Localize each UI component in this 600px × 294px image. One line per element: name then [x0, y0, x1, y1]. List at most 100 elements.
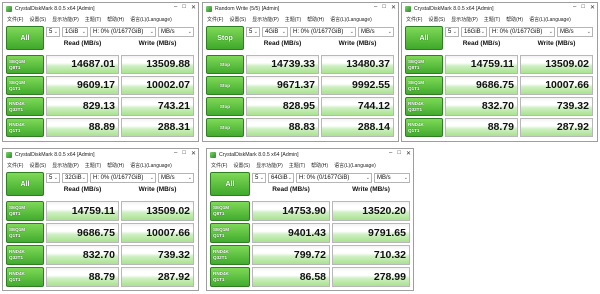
menu-item[interactable]: 文件(F) — [207, 16, 223, 23]
test-button[interactable]: SEQ1M Q1T1 — [210, 223, 250, 243]
menu-item[interactable]: 主题(T) — [285, 16, 301, 23]
menu-item[interactable]: 帮助(H) — [107, 16, 124, 23]
menu-item[interactable]: 显示功能(P) — [256, 162, 283, 169]
test-button[interactable]: SEQ1M Q1T1 — [6, 223, 44, 243]
test-button[interactable]: SEQ1M Q1T1 — [405, 76, 443, 95]
close-icon[interactable]: ✕ — [406, 150, 411, 157]
test-button[interactable]: Stop — [206, 118, 244, 137]
drive-select[interactable]: H: 0% (0/1677GiB) ⌄ — [90, 173, 156, 183]
menu-item[interactable]: 文件(F) — [211, 162, 227, 169]
drive-value: H: 0% (0/1677GiB) — [293, 29, 344, 35]
test-button[interactable]: SEQ1M Q8T1 — [6, 55, 44, 74]
minimize-icon[interactable]: – — [389, 150, 392, 157]
test-button[interactable]: Stop — [206, 55, 244, 74]
test-button[interactable]: RND4K Q1T1 — [405, 118, 443, 137]
menu-item[interactable]: 显示功能(P) — [52, 16, 79, 23]
minimize-icon[interactable]: – — [374, 4, 377, 11]
result-row: SEQ1M Q8T1 14759.11 13509.02 — [405, 55, 594, 74]
minimize-icon[interactable]: – — [174, 150, 177, 157]
drive-select[interactable]: H: 0% (0/1677GiB) ⌄ — [290, 27, 356, 37]
menu-item[interactable]: 语言(L)(Language) — [334, 162, 376, 169]
write-value: 739.32 — [121, 245, 194, 265]
menu-item[interactable]: 文件(F) — [7, 162, 23, 169]
menu-item[interactable]: 帮助(H) — [506, 16, 523, 23]
close-icon[interactable]: ✕ — [590, 4, 595, 11]
size-select[interactable]: 1GiB ⌄ — [62, 27, 88, 37]
unit-select[interactable]: MB/s ⌄ — [158, 27, 194, 37]
test-button[interactable]: SEQ1M Q1T1 — [6, 76, 44, 95]
unit-select[interactable]: MB/s ⌄ — [158, 173, 194, 183]
test-button[interactable]: Stop — [206, 97, 244, 116]
minimize-icon[interactable]: – — [573, 4, 576, 11]
close-icon[interactable]: ✕ — [191, 150, 196, 157]
count-select[interactable]: 5 ⌄ — [246, 27, 260, 37]
count-select[interactable]: 5 ⌄ — [46, 27, 60, 37]
size-select[interactable]: 32GiB ⌄ — [62, 173, 88, 183]
test-button[interactable]: SEQ1M Q8T1 — [405, 55, 443, 74]
maximize-icon[interactable]: □ — [382, 4, 386, 11]
stop-button[interactable]: Stop — [206, 26, 244, 50]
test-button[interactable]: RND4K Q1T1 — [6, 118, 44, 137]
menu-item[interactable]: 语言(L)(Language) — [529, 16, 571, 23]
test-button[interactable]: RND4K Q1T1 — [6, 267, 44, 287]
drive-select[interactable]: H: 0% (0/1677GiB) ⌄ — [489, 27, 555, 37]
chevron-down-icon: ⌄ — [149, 29, 154, 35]
unit-select[interactable]: MB/s ⌄ — [358, 27, 394, 37]
test-button[interactable]: RND4K Q32T1 — [405, 97, 443, 116]
size-select[interactable]: 16GiB ⌄ — [461, 27, 487, 37]
menu-item[interactable]: 显示功能(P) — [252, 16, 279, 23]
controls-row: All 5 ⌄ 16GiB ⌄ H: 0% (0/1677GiB) ⌄ MB/s ⌄ Read (… — [402, 24, 597, 54]
menu-item[interactable]: 设置(S) — [233, 162, 250, 169]
menu-item[interactable]: 帮助(H) — [307, 16, 324, 23]
menu-item[interactable]: 帮助(H) — [107, 162, 124, 169]
count-select[interactable]: 5 ⌄ — [445, 27, 459, 37]
window-controls: – □ ✕ — [374, 4, 396, 11]
menu-item[interactable]: 主题(T) — [85, 162, 101, 169]
all-button[interactable]: All — [405, 26, 443, 50]
menu-item[interactable]: 主题(T) — [289, 162, 305, 169]
all-button[interactable]: All — [6, 172, 44, 196]
menu-item[interactable]: 语言(L)(Language) — [130, 16, 172, 23]
menu-item[interactable]: 文件(F) — [406, 16, 422, 23]
test-button[interactable]: SEQ1M Q8T1 — [6, 201, 44, 221]
size-select[interactable]: 4GiB ⌄ — [262, 27, 288, 37]
maximize-icon[interactable]: □ — [581, 4, 585, 11]
maximize-icon[interactable]: □ — [182, 4, 186, 11]
all-button[interactable]: All — [6, 26, 44, 50]
menu-item[interactable]: 设置(S) — [29, 162, 46, 169]
menu-item[interactable]: 文件(F) — [7, 16, 23, 23]
test-button[interactable]: RND4K Q1T1 — [210, 267, 250, 287]
maximize-icon[interactable]: □ — [397, 150, 401, 157]
drive-select[interactable]: H: 0% (0/1677GiB) ⌄ — [296, 173, 372, 183]
test-params: Q32T1 — [9, 106, 24, 112]
maximize-icon[interactable]: □ — [182, 150, 186, 157]
unit-select[interactable]: MB/s ⌄ — [374, 173, 410, 183]
close-icon[interactable]: ✕ — [191, 4, 196, 11]
test-button[interactable]: Stop — [206, 76, 244, 95]
menu-item[interactable]: 语言(L)(Language) — [330, 16, 372, 23]
unit-select[interactable]: MB/s ⌄ — [557, 27, 593, 37]
menu-item[interactable]: 帮助(H) — [311, 162, 328, 169]
menu-item[interactable]: 语言(L)(Language) — [130, 162, 172, 169]
menu-item[interactable]: 设置(S) — [29, 16, 46, 23]
all-button[interactable]: All — [210, 172, 250, 196]
test-button[interactable]: RND4K Q32T1 — [6, 97, 44, 116]
write-value: 288.31 — [121, 118, 194, 137]
menu-item[interactable]: 主题(T) — [85, 16, 101, 23]
menu-item[interactable]: 设置(S) — [229, 16, 246, 23]
minimize-icon[interactable]: – — [174, 4, 177, 11]
menu-item[interactable]: 主题(T) — [484, 16, 500, 23]
count-select[interactable]: 5 ⌄ — [252, 173, 266, 183]
test-button[interactable]: RND4K Q32T1 — [210, 245, 250, 265]
menu-item[interactable]: 设置(S) — [428, 16, 445, 23]
size-select[interactable]: 64GiB ⌄ — [268, 173, 294, 183]
menu-item[interactable]: 显示功能(P) — [52, 162, 79, 169]
count-select[interactable]: 5 ⌄ — [46, 173, 60, 183]
menu-item[interactable]: 显示功能(P) — [451, 16, 478, 23]
test-name: Stop — [219, 82, 231, 88]
close-icon[interactable]: ✕ — [391, 4, 396, 11]
test-button[interactable]: SEQ1M Q8T1 — [210, 201, 250, 221]
read-value: 14739.33 — [246, 55, 319, 74]
test-button[interactable]: RND4K Q32T1 — [6, 245, 44, 265]
drive-select[interactable]: H: 0% (0/1677GiB) ⌄ — [90, 27, 156, 37]
